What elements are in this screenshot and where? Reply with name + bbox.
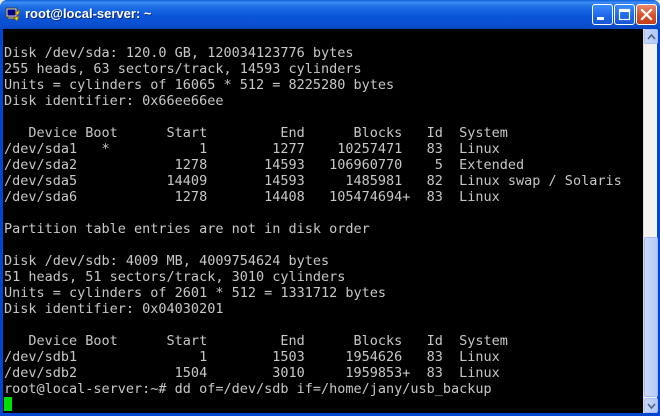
terminal-line: Units = cylinders of 2601 * 512 = 133171… [4,285,387,301]
terminal-line: Device Boot Start End Blocks Id System [4,125,508,141]
scroll-down-button[interactable] [644,398,658,413]
minimize-button[interactable] [592,4,613,25]
vertical-scrollbar[interactable] [643,29,658,413]
terminal-line: Disk identifier: 0x66ee66ee [4,93,224,109]
terminal-line: Units = cylinders of 16065 * 512 = 82252… [4,77,395,93]
terminal-line: Disk identifier: 0x04030201 [4,301,224,317]
terminal-line: /dev/sdb2 1504 3010 1959853+ 83 Linux [4,365,500,381]
terminal-line: /dev/sda2 1278 14593 106960770 5 Extende… [4,157,525,173]
maximize-button[interactable] [614,4,635,25]
terminal-line: 255 heads, 63 sectors/track, 14593 cylin… [4,61,362,77]
terminal-line: /dev/sdb1 1 1503 1954626 83 Linux [4,349,500,365]
terminal-line: Disk /dev/sda: 120.0 GB, 120034123776 by… [4,45,354,61]
terminal-line: /dev/sda5 14409 14593 1485981 82 Linux s… [4,173,622,189]
terminal-line: Device Boot Start End Blocks Id System [4,333,508,349]
window-title: root@local-server: ~ [25,6,152,21]
close-button[interactable] [636,4,657,25]
terminal-window: root@local-server: ~ Disk /dev/sda: 120.… [0,0,660,416]
terminal-output[interactable]: Disk /dev/sda: 120.0 GB, 120034123776 by… [3,29,643,413]
terminal-line [4,397,643,413]
scrollbar-thumb[interactable] [644,237,658,397]
terminal-line: Partition table entries are not in disk … [4,221,370,237]
terminal-line: /dev/sda6 1278 14408 105474694+ 83 Linux [4,189,500,205]
scroll-up-button[interactable] [644,29,658,44]
terminal-cursor [4,397,12,411]
title-bar[interactable]: root@local-server: ~ [0,0,660,29]
terminal-line: /dev/sda1 * 1 1277 10257471 83 Linux [4,141,500,157]
terminal-text: Disk /dev/sda: 120.0 GB, 120034123776 by… [3,29,643,413]
terminal-line: root@local-server:~# dd of=/dev/sdb if=/… [4,381,492,397]
terminal-line: Disk /dev/sdb: 4009 MB, 4009754624 bytes [4,253,330,269]
terminal-line: 51 heads, 51 sectors/track, 3010 cylinde… [4,269,346,285]
putty-terminal-icon[interactable] [5,6,21,22]
